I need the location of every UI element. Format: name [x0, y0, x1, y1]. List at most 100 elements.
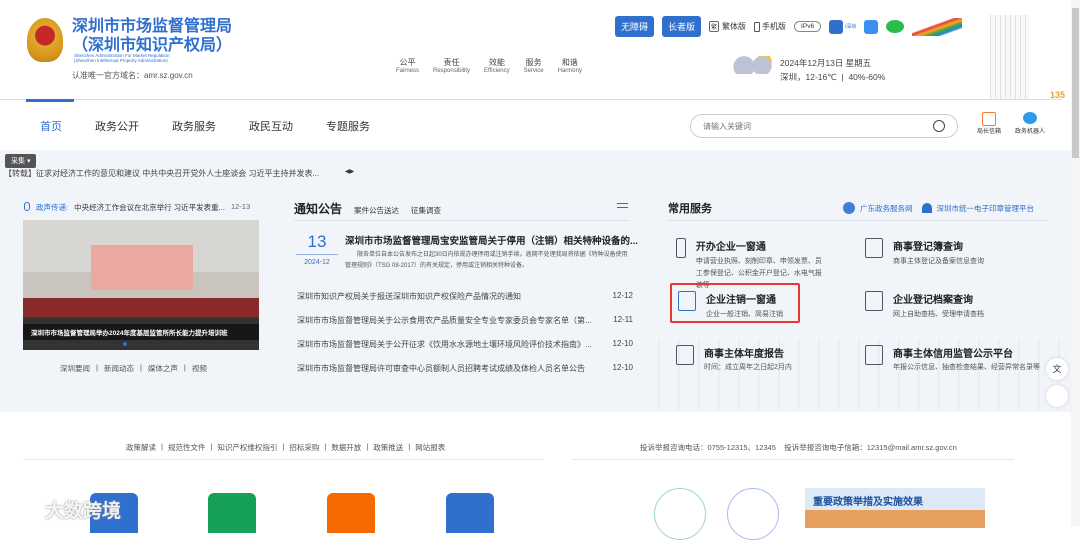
search-input[interactable] [703, 121, 903, 131]
notice-top-title[interactable]: 深圳市市场监督管理局宝安监管局关于停用（注销）相关特种设备的... [345, 233, 638, 247]
notice-item-date: 12-10 [612, 363, 633, 372]
traditional-icon: 繁 [709, 21, 720, 32]
notice-tab[interactable]: 案件公告送达 [354, 205, 399, 216]
elder-mode-button[interactable]: 长者版 [662, 16, 702, 37]
ipv6-badge: IPv6 [794, 21, 822, 32]
gd-gov-link[interactable]: 广东政务服务网 [860, 203, 913, 214]
weather-detail: 深圳，12-16℃ | 40%-60% [780, 72, 886, 82]
value-en: Fairness [396, 68, 420, 74]
services-title: 常用服务 [668, 203, 712, 215]
nav-gov-open[interactable]: 政务公开 [95, 118, 139, 134]
news-tabs: 深圳要闻 | 新闻动态 | 媒体之声 | 视频 [60, 363, 207, 374]
notice-item[interactable]: 深圳市市场监督管理局许可审查中心员额制人员招聘考试成绩及体检人员名单公告 12-1… [297, 363, 633, 387]
shenzhen-logo [912, 17, 963, 36]
tile-fda-app[interactable] [208, 493, 256, 533]
mailbox-button[interactable]: 局长信箱 [973, 112, 1005, 135]
value-cn: 和谐 [561, 58, 578, 67]
notice-item-date: 12-10 [612, 339, 633, 348]
nav-interaction[interactable]: 政民互动 [249, 118, 293, 134]
computer-power-icon [678, 291, 696, 311]
translate-button[interactable]: 文 [1046, 358, 1068, 380]
footer-link[interactable]: 政策推送 [373, 442, 403, 453]
robot-icon [1023, 112, 1037, 124]
ticker-text[interactable]: 【转载】征求对经济工作的意见和建议 中共中央召开党外人士座谈会 习近平主持并发表… [4, 168, 319, 179]
building-icon [676, 238, 686, 258]
seal-platform-link[interactable]: 深圳市统一电子印章管理平台 [937, 203, 1035, 214]
nav-topics[interactable]: 专题服务 [326, 118, 370, 134]
service-desc: 企业一般注销、简易注销 [706, 311, 783, 318]
seal-user-icon [921, 203, 932, 213]
news-tab[interactable]: 深圳要闻 [60, 363, 90, 374]
service-title: 商事登记簿查询 [893, 242, 963, 253]
news-label: 政声传递: [36, 203, 69, 212]
value-item: 服务 Service [524, 57, 544, 74]
value-en: Service [523, 68, 544, 74]
robot-button[interactable]: 政务机器人 [1012, 112, 1048, 135]
value-item: 和谐 Harmony [558, 57, 582, 74]
wechat-icon[interactable] [886, 20, 905, 33]
service-deregistration[interactable]: 企业注销一窗通企业一般注销、简易注销 [670, 283, 800, 323]
notice-item-date: 12-12 [612, 291, 633, 300]
notice-more-icon[interactable] [617, 203, 628, 208]
footer-link[interactable]: 招标采购 [289, 442, 319, 453]
service-title: 企业注销一窗通 [706, 295, 776, 306]
value-cn: 效能 [488, 58, 505, 67]
news-headline[interactable]: 中央经济工作会议在北京举行 习近平发表重... [74, 202, 225, 213]
notice-item[interactable]: 深圳市市场监督管理局关于公示食用农产品质量安全专业专家委员会专家名单（第... 1… [297, 315, 633, 339]
footer-link[interactable]: 网站报表 [415, 442, 445, 453]
footer-link[interactable]: 政策解读 [126, 442, 156, 453]
nav-home[interactable]: 首页 [40, 118, 62, 134]
news-carousel-image[interactable]: 深圳市市场监督管理局举办2024年度基层监管所所长能力提升培训班 [23, 220, 259, 350]
notice-top-summary: 限各单位自本公告发布之日起30日内依规办理停用或注销手续。逾期不处理我局将依据《… [345, 252, 628, 269]
value-en: Harmony [557, 68, 582, 74]
search-box[interactable] [690, 114, 958, 138]
search-icon[interactable] [933, 120, 945, 132]
value-en: Responsibility [433, 68, 471, 74]
service-title: 商事主体年度报告 [704, 349, 784, 360]
inbox-icon [865, 291, 883, 311]
chat-circle-button[interactable] [654, 488, 706, 540]
notice-item[interactable]: 深圳市知识产权局关于报送深圳市知识产权保险产品情况的通知 12-12 [297, 291, 633, 315]
nav-gov-service[interactable]: 政务服务 [172, 118, 216, 134]
footer-link[interactable]: 知识产权维权指引 [217, 442, 277, 453]
tile-orange-app[interactable] [327, 493, 375, 533]
ticker-arrows[interactable]: ◀▶ [345, 168, 354, 175]
value-item: 效能 Efficiency [484, 57, 510, 74]
service-registry-query[interactable]: 商事登记簿查询 商事主体登记及备案信息查询 [865, 238, 1045, 268]
domain-note: 认准唯一官方域名：amr.sz.gov.cn [72, 71, 193, 80]
ai-assistant-button[interactable] [1046, 385, 1068, 407]
service-archive-query[interactable]: 企业登记档案查询 网上自助查档、受理申请查档 [865, 291, 1045, 321]
policy-banner-title: 重要政策举措及实施效果 [813, 497, 923, 508]
news-tab[interactable]: 媒体之声 [148, 363, 178, 374]
service-title: 企业登记档案查询 [893, 295, 973, 306]
mobile-button[interactable]: 手机版 [754, 21, 786, 32]
scrollbar-thumb[interactable] [1072, 8, 1079, 158]
service-credit-platform[interactable]: 商事主体信用监管公示平台 年报公示信息、抽查检查结果、经营异常名录等 [865, 345, 1045, 374]
mic-icon [24, 202, 30, 211]
notice-item[interactable]: 深圳市市场监督管理局关于公开征求《饮用水水源地土壤环境风险评价技术指南》... 1… [297, 339, 633, 363]
gd-gov-icon [843, 202, 855, 214]
collect-dropdown[interactable]: 采集 ▾ [5, 154, 37, 168]
news-tab[interactable]: 新闻动态 [104, 363, 134, 374]
traditional-button[interactable]: 繁繁体版 [709, 21, 746, 32]
footer-link[interactable]: 数据开放 [331, 442, 361, 453]
site-title[interactable]: 深圳市市场监督管理局 （深圳市知识产权局） [72, 17, 232, 55]
value-item: 责任 Responsibility [433, 57, 470, 74]
news-tab[interactable]: 视频 [192, 363, 207, 374]
app-icon[interactable] [829, 19, 844, 34]
notice-tab[interactable]: 征集调查 [411, 205, 441, 216]
service-title: 开办企业一窗通 [695, 242, 766, 253]
bag-icon [865, 345, 883, 365]
mailbox-icon [982, 112, 996, 126]
mail-circle-button[interactable] [727, 488, 779, 540]
service-title: 商事主体信用监管公示平台 [893, 349, 1013, 360]
accessible-button[interactable]: 无障碍 [615, 16, 655, 37]
carousel-dot[interactable] [123, 342, 127, 346]
weather-date: 2024年12月13日 星期五 [780, 58, 872, 68]
policy-banner[interactable]: 重要政策举措及实施效果 [805, 488, 985, 528]
service-annual-report[interactable]: 商事主体年度报告 时间：成立周年之日起2月内 [676, 345, 836, 374]
tile-id-app[interactable] [446, 493, 494, 533]
green-channel-icon[interactable] [864, 19, 879, 34]
footer-link[interactable]: 规范性文件 [168, 442, 206, 453]
title-line1: 深圳市市场监督管理局 [72, 18, 233, 35]
